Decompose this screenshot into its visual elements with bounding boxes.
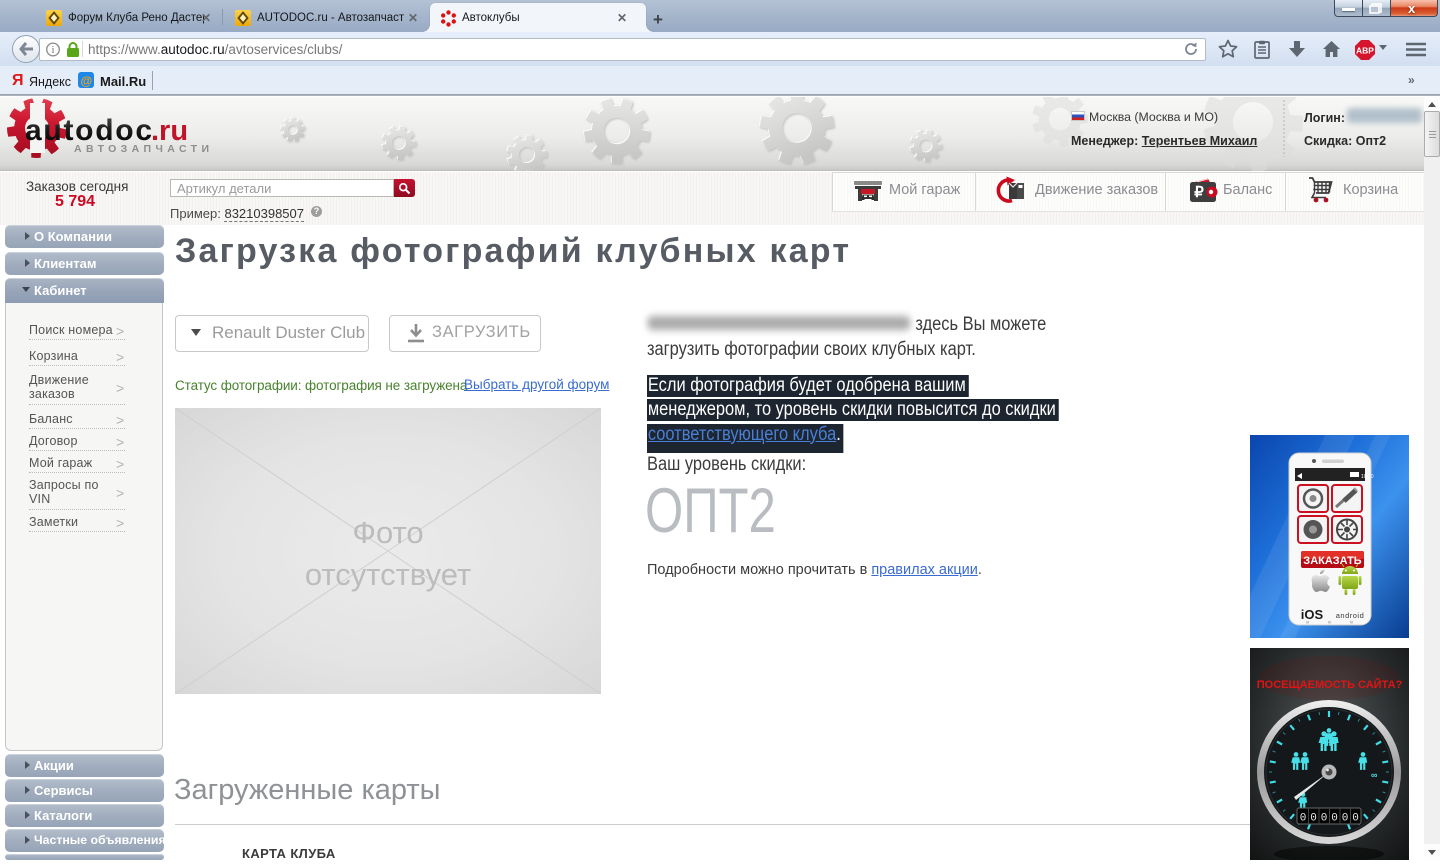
svg-text:ПОСЕЩАЕМОСТЬ САЙТА?: ПОСЕЩАЕМОСТЬ САЙТА? xyxy=(1257,678,1403,691)
svg-text:0: 0 xyxy=(1331,813,1338,825)
svg-text:0: 0 xyxy=(1321,813,1328,825)
svg-text:0: 0 xyxy=(1342,813,1349,825)
svg-text:∞: ∞ xyxy=(1371,770,1378,780)
svg-text:0: 0 xyxy=(1352,813,1359,825)
svg-text:₽: ₽ xyxy=(1194,184,1204,201)
svg-text:10:20: 10:20 xyxy=(1361,474,1374,480)
svg-text:ЗАКАЗАТЬ: ЗАКАЗАТЬ xyxy=(1303,555,1361,567)
svg-text:i: i xyxy=(52,45,55,56)
svg-text:ABP: ABP xyxy=(1356,46,1374,56)
svg-text:АВТОЗАПЧАСТИ: АВТОЗАПЧАСТИ xyxy=(74,143,213,155)
svg-text:android: android xyxy=(1336,611,1365,620)
svg-text:0: 0 xyxy=(1300,813,1307,825)
svg-text:0: 0 xyxy=(1310,813,1317,825)
svg-text:iOS: iOS xyxy=(1301,607,1324,622)
